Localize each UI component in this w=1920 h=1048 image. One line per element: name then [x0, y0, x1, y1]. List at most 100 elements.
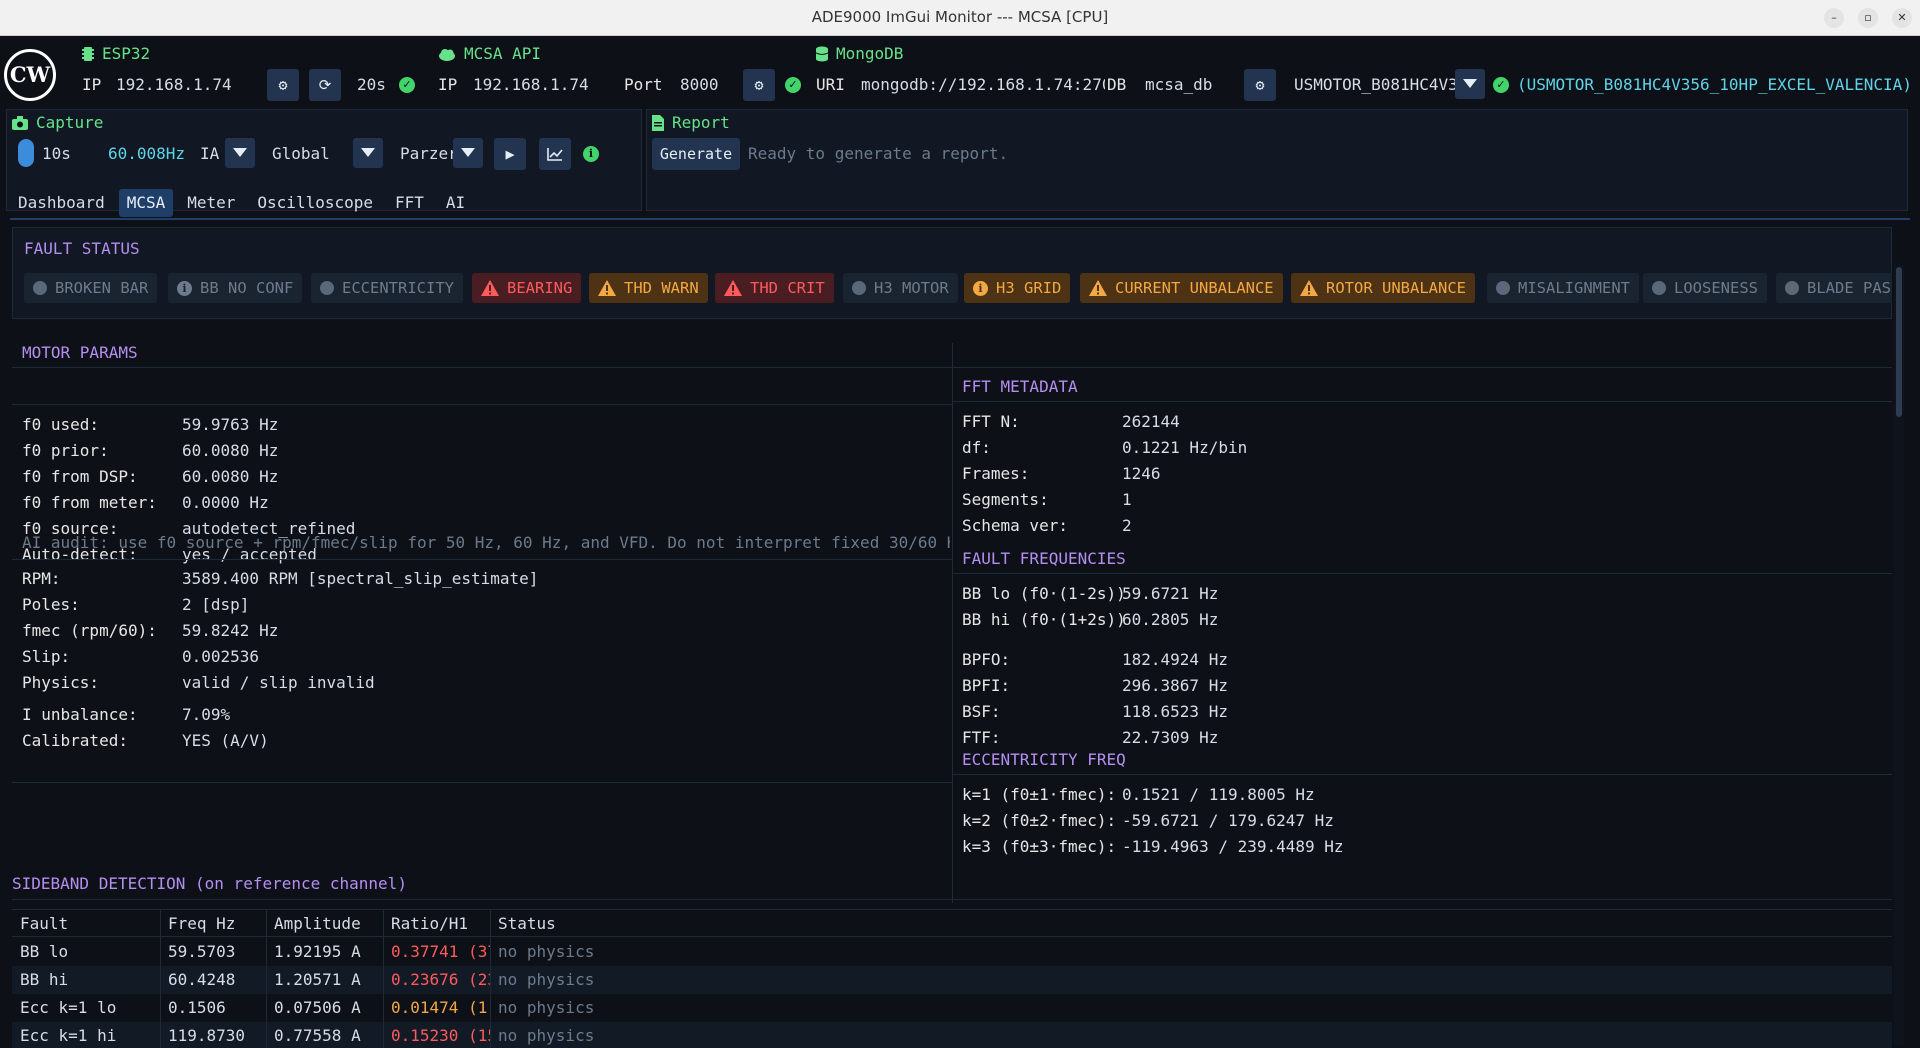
mcsa-settings-button[interactable]: ⚙	[743, 69, 775, 101]
scope-dropdown-arrow-icon[interactable]	[353, 138, 383, 168]
report-header: Report	[652, 113, 730, 132]
param-label: f0 from meter:	[22, 493, 157, 512]
param-label: I unbalance:	[22, 705, 138, 724]
generate-report-button[interactable]: Generate	[652, 138, 740, 170]
mcsa-ip-value: 192.168.1.74	[473, 75, 589, 94]
column-header[interactable]: Ratio/H1	[391, 914, 468, 933]
mongo-settings-button[interactable]: ⚙	[1244, 69, 1276, 101]
fault-chip-h3-grid[interactable]: i H3 GRID	[964, 273, 1071, 303]
row-divider	[952, 401, 1892, 402]
tab-dashboard[interactable]: Dashboard	[10, 189, 113, 217]
param-label: df:	[962, 438, 991, 457]
mongo-uri-value[interactable]: mongodb://192.168.1.74:270	[861, 75, 1105, 94]
fault-chip-rotor-unbalance[interactable]: ROTOR UNBALANCE	[1291, 273, 1475, 303]
capture-start-button[interactable]: ▶	[494, 138, 526, 170]
window-title: ADE9000 ImGui Monitor --- MCSA [CPU]	[811, 8, 1109, 26]
tab-oscilloscope[interactable]: Oscilloscope	[249, 189, 381, 217]
table-row[interactable]: Ecc k=1 lo 0.1506 0.07506 A 0.01474 (1. no p…	[12, 994, 1892, 1022]
fault-chip-bb-no-conf[interactable]: i BB NO CONF	[168, 273, 303, 303]
table-cell: Ecc k=1 lo	[20, 998, 117, 1017]
param-label: BB lo (f0·(1-2s))	[962, 584, 1126, 603]
tab-ai[interactable]: AI	[438, 189, 473, 217]
table-cell: 1.20571 A	[274, 970, 361, 989]
fault-chip-blade-pass[interactable]: BLADE PAS	[1776, 273, 1892, 303]
section-divider	[12, 899, 1892, 900]
fault-chip-bearing[interactable]: BEARING	[472, 273, 582, 303]
minimize-icon[interactable]: –	[1824, 8, 1844, 28]
capture-parser[interactable]: Parzer	[400, 144, 458, 163]
esp32-refresh-button[interactable]: ⟳	[309, 69, 341, 101]
esp32-title: ESP32	[102, 44, 151, 63]
warning-icon	[724, 280, 742, 296]
capture-title: Capture	[36, 113, 104, 132]
param-label: Segments:	[962, 490, 1049, 509]
table-cell: no physics	[498, 998, 595, 1017]
fault-chip-thd-crit[interactable]: THD CRIT	[715, 273, 834, 303]
capture-chart-button[interactable]	[539, 138, 571, 170]
parser-dropdown-arrow-icon[interactable]	[453, 138, 483, 168]
table-cell: 0.77558 A	[274, 1026, 361, 1045]
table-row[interactable]: BB lo 59.5703 1.92195 A 0.37741 (37 no physi…	[12, 938, 1892, 966]
fault-chip-eccentricity[interactable]: ECCENTRICITY	[311, 273, 463, 303]
refresh-icon: ⟳	[318, 76, 332, 94]
param-label: k=3 (f0±3·fmec):	[962, 837, 1117, 856]
param-label: FTF:	[962, 728, 1001, 747]
fault-chip-current-unbalance[interactable]: CURRENT UNBALANCE	[1080, 273, 1283, 303]
table-cell: 60.4248	[168, 970, 236, 989]
app-logo: CW	[4, 49, 56, 101]
duration-slider-handle[interactable]	[18, 139, 34, 167]
status-dot-icon	[1785, 281, 1799, 295]
capture-scope[interactable]: Global	[272, 144, 330, 163]
column-header[interactable]: Status	[498, 914, 556, 933]
param-value: YES (A/V)	[182, 731, 269, 750]
capture-duration[interactable]: 10s	[42, 144, 71, 163]
param-value: 0.1521 / 119.8005 Hz	[1122, 785, 1315, 804]
close-icon[interactable]: ✕	[1892, 8, 1912, 28]
param-label: k=2 (f0±2·fmec):	[962, 811, 1117, 830]
param-label: Physics:	[22, 673, 100, 692]
capture-header: Capture	[12, 113, 103, 132]
channel-dropdown-arrow-icon[interactable]	[225, 138, 255, 168]
warning-icon	[598, 280, 616, 296]
row-divider	[12, 404, 952, 405]
table-cell: 0.23676 (23	[391, 970, 490, 989]
esp32-interval: 20s	[357, 75, 386, 94]
fault-chip-misalignment[interactable]: MISALIGNMENT	[1487, 273, 1639, 303]
tab-fft[interactable]: FFT	[387, 189, 432, 217]
mongo-db-value[interactable]: mcsa_db	[1145, 75, 1212, 94]
fault-chip-looseness[interactable]: LOOSENESS	[1643, 273, 1767, 303]
tab-meter[interactable]: Meter	[179, 189, 243, 217]
maximize-icon[interactable]: ▫	[1858, 8, 1878, 28]
motor-dropdown-arrow-icon[interactable]	[1455, 69, 1485, 99]
fault-chip-clip: BLADE PAS	[1776, 273, 1892, 303]
warning-icon	[1300, 280, 1318, 296]
esp32-ok-icon: ✓	[399, 77, 415, 93]
table-row[interactable]: BB hi 60.4248 1.20571 A 0.23676 (23 no physi…	[12, 966, 1892, 994]
database-icon	[816, 46, 828, 61]
motor-select[interactable]: USMOTOR_B081HC4V35	[1294, 75, 1464, 94]
column-divider	[160, 909, 161, 1048]
fault-chip-broken-bar[interactable]: BROKEN BAR	[24, 273, 158, 303]
warning-icon	[1089, 280, 1107, 296]
param-value: 118.6523 Hz	[1122, 702, 1228, 721]
scrollbar-thumb[interactable]	[1896, 267, 1902, 417]
param-value: 59.8242 Hz	[182, 621, 279, 640]
column-header[interactable]: Fault	[20, 914, 68, 933]
table-row[interactable]: Ecc k=1 hi 119.8730 0.77558 A 0.15230 (15 no…	[12, 1022, 1892, 1048]
table-cell: 0.37741 (37	[391, 942, 490, 961]
esp32-settings-button[interactable]: ⚙	[267, 69, 299, 101]
vertical-scrollbar[interactable]	[1894, 265, 1904, 1045]
mongo-db-label: DB	[1107, 75, 1127, 94]
column-header[interactable]: Freq Hz	[168, 914, 235, 933]
row-divider	[12, 782, 952, 783]
fault-chip-h3-motor[interactable]: H3 MOTOR	[843, 273, 958, 303]
fault-chip-thd-warn[interactable]: THD WARN	[589, 273, 708, 303]
column-header[interactable]: Amplitude	[274, 914, 361, 933]
tab-mcsa[interactable]: MCSA	[118, 189, 174, 217]
row-divider	[952, 774, 1892, 775]
capture-channel[interactable]: IA	[200, 144, 219, 163]
param-value: 182.4924 Hz	[1122, 650, 1228, 669]
capture-info-icon[interactable]: i	[583, 146, 599, 162]
param-value: 2 [dsp]	[182, 595, 250, 614]
param-label: Calibrated:	[22, 731, 128, 750]
